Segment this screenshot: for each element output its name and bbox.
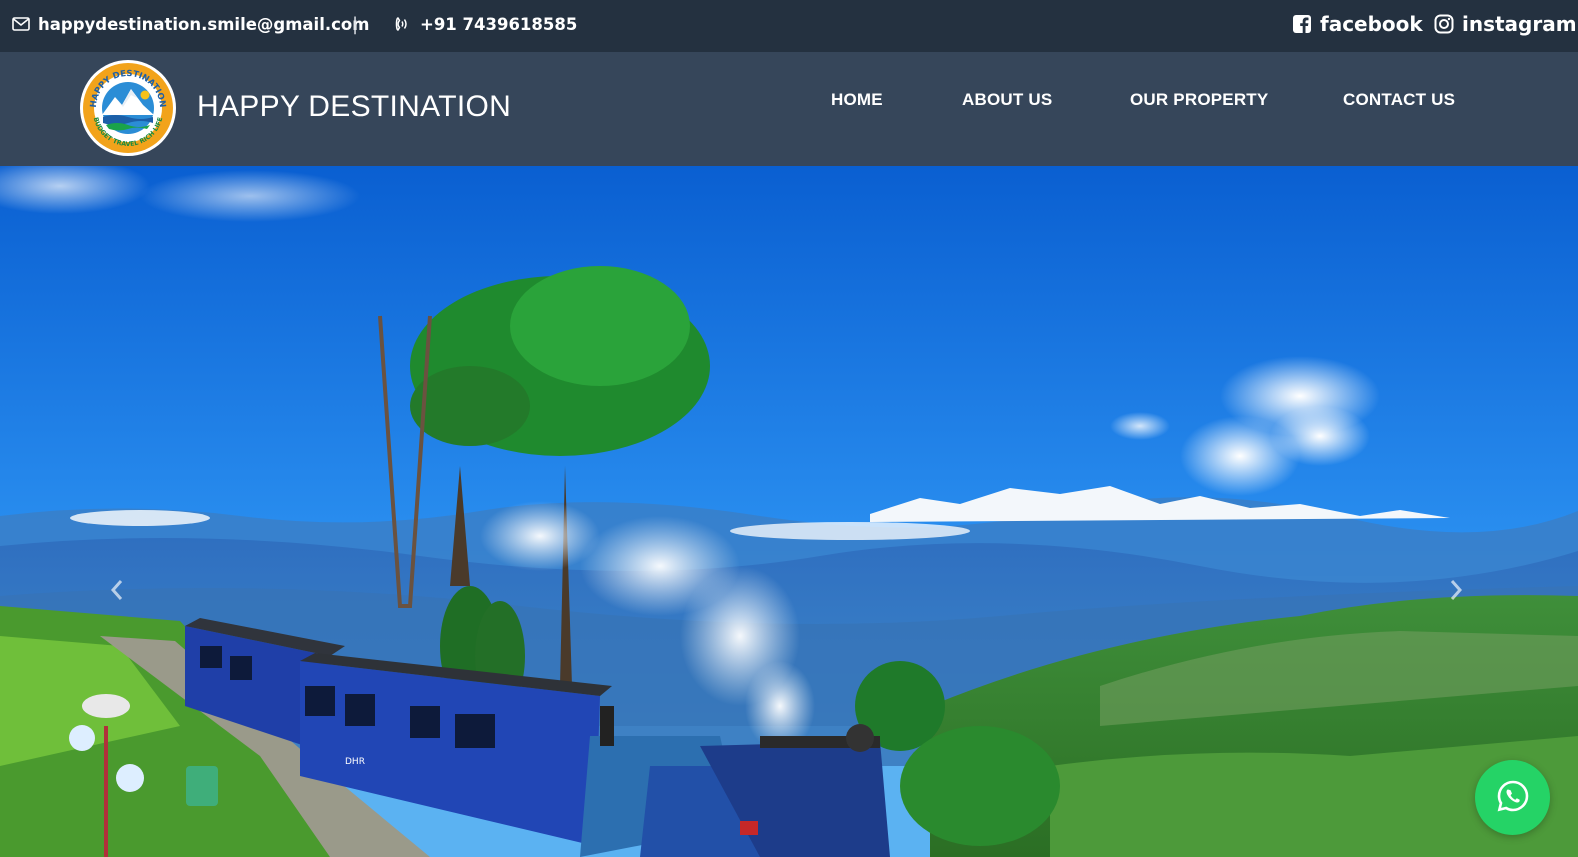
main-navbar: HAPPY DESTINATION BUDGET TRAVEL RICH LIF…	[0, 52, 1578, 166]
chevron-right-icon	[1448, 578, 1464, 606]
nav-link-our-property[interactable]: OUR PROPERTY	[1130, 90, 1268, 110]
chevron-left-icon	[109, 578, 125, 606]
facebook-square-icon	[1292, 14, 1312, 34]
carousel-prev-button[interactable]	[102, 572, 132, 612]
carousel-next-button[interactable]	[1441, 572, 1471, 612]
nav-link-about-us[interactable]: ABOUT US	[962, 90, 1052, 110]
email-text: happydestination.smile@gmail.com	[38, 14, 370, 34]
hero-image: DHR	[0, 166, 1578, 857]
contact-separator: |	[352, 13, 359, 35]
phone-volume-icon	[392, 15, 412, 33]
whatsapp-icon	[1496, 779, 1530, 817]
brand-name[interactable]: HAPPY DESTINATION	[197, 90, 511, 124]
envelope-icon	[12, 17, 30, 31]
train-marking: DHR	[345, 757, 365, 767]
nav-link-contact-us[interactable]: CONTACT US	[1343, 90, 1455, 110]
whatsapp-chat-button[interactable]	[1475, 760, 1550, 835]
email-contact[interactable]: happydestination.smile@gmail.com	[12, 0, 369, 48]
facebook-link[interactable]: facebook	[1292, 0, 1423, 48]
brand-logo[interactable]: HAPPY DESTINATION BUDGET TRAVEL RICH LIF…	[79, 59, 177, 157]
instagram-icon	[1434, 14, 1454, 34]
phone-text: +91 7439618585	[420, 14, 578, 34]
instagram-link[interactable]: instagram	[1434, 0, 1577, 48]
facebook-label: facebook	[1320, 12, 1423, 36]
top-contact-bar: happydestination.smile@gmail.com | +91 7…	[0, 0, 1578, 52]
hero-slider: DHR	[0, 166, 1578, 857]
instagram-label: instagram	[1462, 12, 1577, 36]
phone-contact[interactable]: +91 7439618585	[392, 0, 577, 48]
nav-link-home[interactable]: HOME	[831, 90, 883, 110]
